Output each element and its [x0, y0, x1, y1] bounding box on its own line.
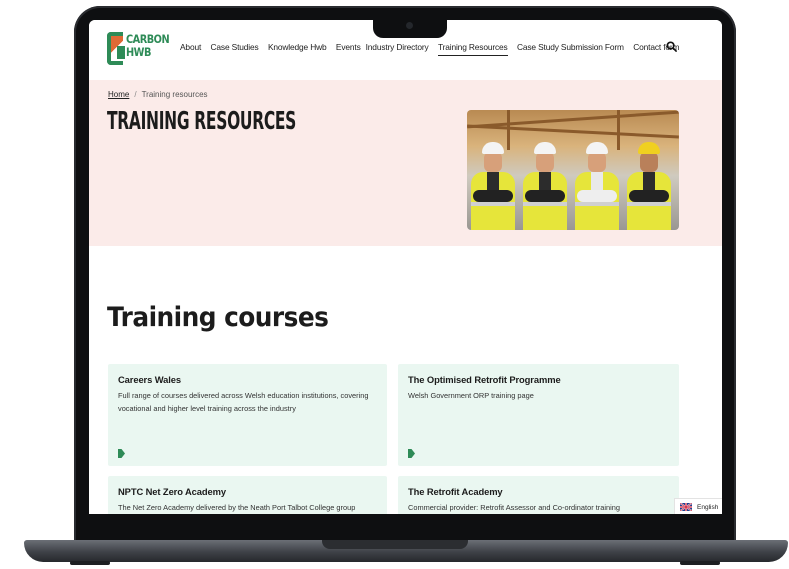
browser-viewport: CARBON HWB About Case Studies Knowledge … — [89, 20, 722, 514]
laptop-foot — [70, 561, 110, 565]
course-card-careers-wales[interactable]: Careers Wales Full range of courses deli… — [108, 364, 387, 466]
card-title: The Retrofit Academy — [408, 486, 503, 497]
breadcrumb: Home / Training resources — [108, 90, 208, 99]
nav-knowledge-hwb[interactable]: Knowledge Hwb — [268, 42, 327, 56]
camera-notch — [373, 16, 447, 38]
course-card-retrofit-academy[interactable]: The Retrofit Academy Commercial provider… — [398, 476, 679, 514]
logo-mark-icon — [107, 32, 125, 65]
nav-about[interactable]: About — [180, 42, 201, 56]
language-switcher[interactable]: English — [674, 498, 722, 514]
breadcrumb-separator: / — [134, 90, 137, 99]
page-title: TRAINING RESOURCES — [107, 106, 297, 135]
language-label: English — [697, 503, 719, 511]
nav-training-resources[interactable]: Training Resources — [437, 42, 508, 56]
card-description: Commercial provider: Retrofit Assessor a… — [408, 503, 620, 512]
main-nav: About Case Studies Knowledge Hwb Events … — [180, 42, 689, 56]
course-card-optimised-retrofit[interactable]: The Optimised Retrofit Programme Welsh G… — [398, 364, 679, 466]
nav-case-studies[interactable]: Case Studies — [211, 42, 259, 56]
breadcrumb-home-link[interactable]: Home — [108, 90, 129, 99]
bottom-bezel — [89, 514, 722, 528]
laptop-foot — [680, 561, 720, 565]
section-title: Training courses — [107, 302, 329, 333]
nav-case-study-submission-form[interactable]: Case Study Submission Form — [517, 42, 624, 56]
trackpad-notch — [322, 540, 468, 549]
nav-events[interactable]: Events — [336, 42, 361, 56]
course-card-nptc-net-zero[interactable]: NPTC Net Zero Academy The Net Zero Acade… — [108, 476, 387, 514]
card-title: NPTC Net Zero Academy — [118, 486, 226, 497]
hero-banner: Home / Training resources TRAINING RESOURC… — [89, 80, 722, 246]
search-icon[interactable] — [666, 41, 677, 52]
card-description: The Net Zero Academy delivered by the Ne… — [118, 503, 356, 512]
logo-text: CARBON HWB — [126, 32, 170, 59]
breadcrumb-current: Training resources — [141, 90, 208, 99]
card-title: The Optimised Retrofit Programme — [408, 374, 561, 385]
arrow-right-icon[interactable] — [408, 449, 415, 458]
camera-icon — [406, 22, 413, 29]
hero-image-construction-workers — [467, 110, 679, 230]
card-description: Welsh Government ORP training page — [408, 391, 534, 400]
card-title: Careers Wales — [118, 374, 181, 385]
arrow-right-icon[interactable] — [118, 449, 125, 458]
carbon-hwb-logo[interactable]: CARBON HWB — [107, 32, 170, 66]
card-description: Full range of courses delivered across W… — [118, 391, 369, 413]
uk-flag-icon — [680, 503, 692, 511]
nav-industry-directory[interactable]: Industry Directory — [366, 42, 429, 56]
